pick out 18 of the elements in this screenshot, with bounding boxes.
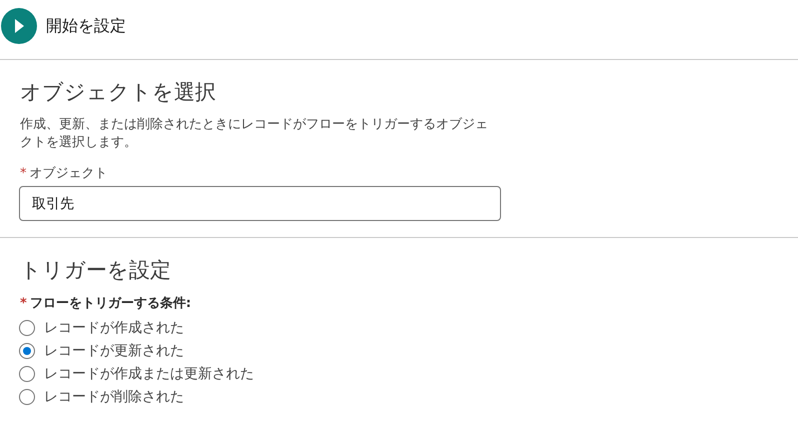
radio-label: レコードが作成された (44, 318, 184, 336)
object-field[interactable]: 取引先 (19, 186, 501, 221)
radio-label: レコードが作成または更新された (44, 364, 254, 382)
radio-label: レコードが更新された (44, 342, 184, 360)
group-label: フローをトリガーする条件: (30, 295, 192, 312)
radio-button[interactable] (19, 366, 35, 382)
field-label: オブジェクト (30, 165, 108, 182)
section-heading: トリガーを設定 (20, 257, 172, 284)
page-title: 開始を設定 (46, 16, 126, 36)
section-heading: オブジェクトを選択 (20, 79, 217, 106)
radio-button[interactable] (19, 342, 35, 358)
radio-label: レコードが削除された (44, 388, 184, 406)
play-icon (0, 7, 38, 45)
radio-button[interactable] (19, 320, 35, 336)
radio-button[interactable] (19, 388, 35, 404)
required-mark: * (20, 166, 26, 181)
required-mark: * (20, 296, 27, 311)
section-description: 作成、更新、または削除されたときにレコードがフローをトリガーするオブジェクトを選択します。 (20, 116, 488, 152)
